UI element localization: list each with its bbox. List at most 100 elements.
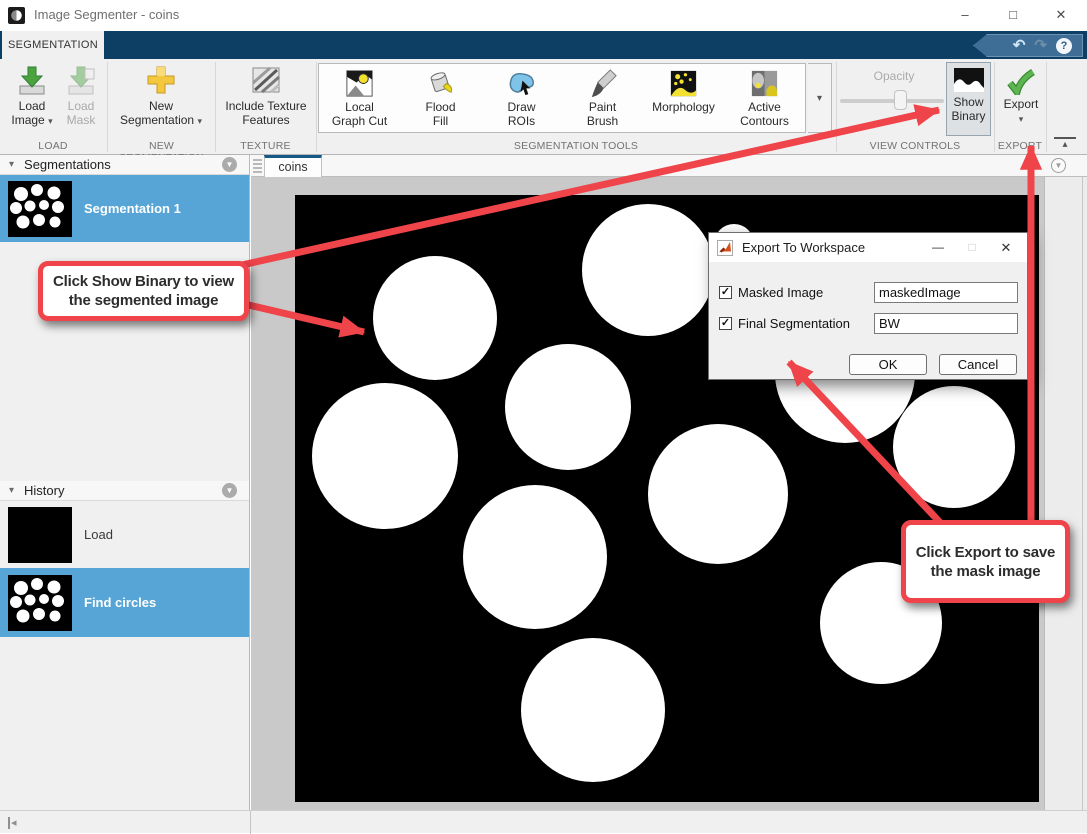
tool-local-graph-cut[interactable]: Local Graph Cut (319, 64, 400, 132)
tool-label: Active (748, 100, 781, 114)
new-segmentation-label-1: New (149, 99, 173, 113)
tool-flood-fill[interactable]: Flood Fill (400, 64, 481, 132)
active-contours-icon (748, 67, 781, 100)
paint-brush-icon (586, 67, 619, 100)
tool-label: Paint (589, 100, 616, 114)
callout-export: Click Export to save the mask image (901, 520, 1070, 603)
load-image-icon (15, 63, 49, 97)
matlab-icon (717, 240, 733, 256)
export-icon (1006, 67, 1036, 95)
dialog-close-button[interactable]: ✕ (989, 233, 1023, 262)
masked-image-checkbox[interactable]: ✓ (719, 286, 732, 299)
section-label-view-controls: VIEW CONTROLS (836, 140, 994, 152)
document-tab-bar: coins ▼ (251, 155, 1087, 177)
tool-active-contours[interactable]: Active Contours (724, 64, 805, 132)
include-texture-features-button[interactable]: Include Texture Features (218, 59, 314, 127)
callout-text: the segmented image (43, 291, 244, 310)
chevron-down-icon: ▾ (1019, 114, 1024, 124)
divider (1082, 177, 1083, 810)
new-segmentation-button[interactable]: New Segmentation ▾ (115, 59, 207, 128)
window-close-button[interactable]: ✕ (1038, 0, 1084, 30)
gallery-dropdown-button[interactable]: ▾ (808, 63, 832, 133)
flood-fill-icon (424, 67, 457, 100)
callout-text: the mask image (906, 562, 1065, 581)
history-header-label: History (24, 483, 64, 498)
segmentation-item-label: Segmentation 1 (84, 201, 181, 216)
masked-image-field[interactable] (874, 282, 1018, 303)
ribbon-divider (994, 62, 995, 152)
tab-coins[interactable]: coins (264, 155, 322, 177)
export-to-workspace-dialog: Export To Workspace — □ ✕ ✓ Masked Image… (708, 232, 1028, 380)
tool-morphology[interactable]: Morphology (643, 64, 724, 132)
cancel-button[interactable]: Cancel (939, 354, 1017, 375)
opacity-label: Opacity (862, 69, 926, 83)
window-minimize-button[interactable]: – (942, 0, 988, 30)
document-right-margin (1044, 177, 1087, 810)
callout-text: Click Show Binary to view (43, 272, 244, 291)
tab-bar-menu-icon[interactable]: ▼ (1051, 158, 1066, 173)
window-maximize-button[interactable]: □ (990, 0, 1036, 30)
tab-segmentation[interactable]: SEGMENTATION (2, 31, 104, 59)
redo-icon[interactable]: ↷ (1034, 38, 1047, 53)
collapse-chevron-icon[interactable]: ▾ (9, 159, 14, 170)
app-icon (8, 7, 25, 24)
ok-button[interactable]: OK (849, 354, 927, 375)
segmentations-panel-header[interactable]: ▾ Segmentations ▼ (0, 155, 249, 175)
load-image-label-2: Image (11, 113, 44, 127)
section-label-texture: TEXTURE (215, 140, 316, 152)
ribbon-divider (1046, 62, 1047, 152)
morphology-icon (667, 67, 700, 100)
new-segmentation-icon (144, 63, 178, 97)
history-item-find-circles-label: Find circles (84, 595, 156, 610)
panel-menu-icon[interactable]: ▼ (222, 483, 237, 498)
ribbon-divider (316, 62, 317, 152)
opacity-slider-thumb[interactable] (894, 90, 907, 110)
collapse-panel-button[interactable]: ◂ (8, 816, 17, 829)
dialog-title: Export To Workspace (742, 240, 865, 255)
new-segmentation-label-2: Segmentation (120, 113, 194, 127)
help-icon[interactable]: ? (1056, 38, 1072, 54)
segmentation-list-item[interactable]: Segmentation 1 (0, 175, 249, 242)
section-label-load: LOAD (0, 140, 106, 152)
dialog-minimize-button[interactable]: — (921, 233, 955, 262)
opacity-slider[interactable] (840, 99, 944, 103)
ribbon-toolstrip: Load Image ▾ Load Mask LOAD New Segmenta… (0, 59, 1087, 155)
masked-image-label: Masked Image (738, 285, 823, 300)
tool-paint-brush[interactable]: Paint Brush (562, 64, 643, 132)
tool-draw-rois[interactable]: Draw ROIs (481, 64, 562, 132)
undo-icon[interactable]: ↶ (1013, 38, 1026, 53)
history-item-load[interactable]: Load (0, 501, 249, 568)
divider (250, 811, 251, 834)
find-circles-thumbnail (8, 575, 72, 631)
tool-label: Contours (740, 114, 789, 128)
show-binary-button[interactable]: Show Binary (946, 62, 991, 136)
section-label-export: EXPORT (994, 140, 1046, 152)
texture-label-1: Include Texture (225, 99, 306, 113)
chevron-down-icon: ▾ (197, 116, 202, 126)
callout-show-binary: Click Show Binary to view the segmented … (38, 261, 249, 321)
load-mask-label-1: Load (68, 99, 95, 113)
load-image-label-1: Load (19, 99, 46, 113)
dialog-maximize-button[interactable]: □ (955, 233, 989, 262)
draw-rois-icon (505, 67, 538, 100)
final-segmentation-checkbox[interactable]: ✓ (719, 317, 732, 330)
history-item-find-circles[interactable]: Find circles (0, 568, 249, 637)
ribbon-divider (836, 62, 837, 152)
browser-panel: ▾ Segmentations ▼ Segmentation 1 ▾ Histo… (0, 155, 250, 810)
collapse-ribbon-button[interactable]: ▴ (1054, 137, 1076, 151)
chevron-down-icon: ▾ (48, 116, 53, 126)
history-panel-header[interactable]: ▾ History ▼ (0, 481, 249, 501)
collapse-chevron-icon[interactable]: ▾ (9, 485, 14, 496)
load-step-thumbnail (8, 507, 72, 563)
show-binary-icon (953, 67, 985, 93)
tab-drag-handle[interactable] (253, 159, 262, 174)
local-graph-cut-icon (343, 67, 376, 100)
load-image-button[interactable]: Load Image ▾ (8, 59, 56, 128)
load-mask-button[interactable]: Load Mask (58, 59, 104, 127)
final-segmentation-field[interactable] (874, 313, 1018, 334)
panel-menu-icon[interactable]: ▼ (222, 157, 237, 172)
section-label-segmentation-tools: SEGMENTATION TOOLS (316, 140, 836, 152)
export-button[interactable]: Export ▾ (996, 62, 1046, 136)
tool-label: Local (345, 100, 374, 114)
tool-label: ROIs (508, 114, 535, 128)
